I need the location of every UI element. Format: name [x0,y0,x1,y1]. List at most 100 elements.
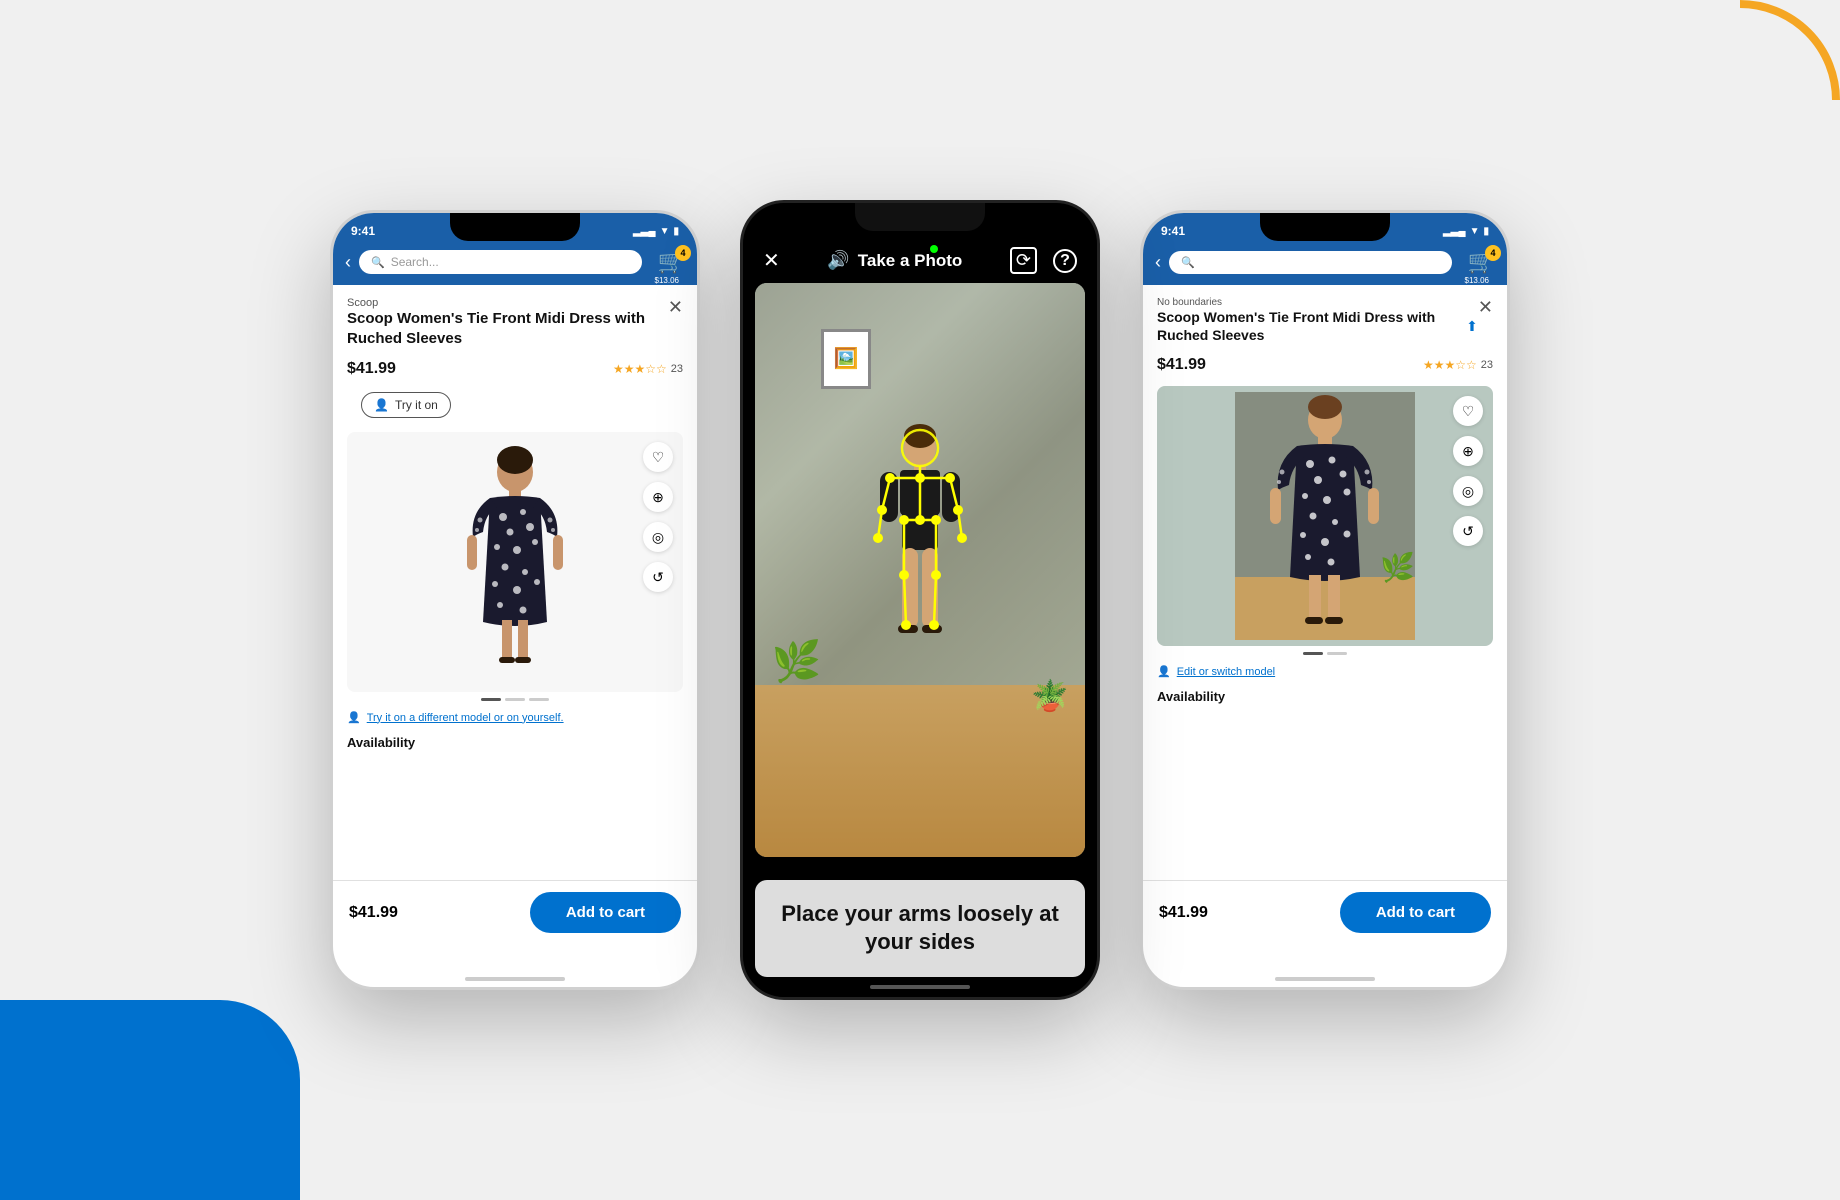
phone1-bottom-bar: $41.99 Add to cart [333,880,697,944]
phone3-time: 9:41 [1161,224,1185,238]
phone3-edit-model-link[interactable]: Edit or switch model [1177,666,1275,678]
phone1-dot-indicator [333,698,697,701]
phone2-body-tracking [860,420,980,720]
phone3-360-button[interactable]: ◎ [1453,476,1483,506]
phone3-image-actions: ♡ ⊕ ◎ ↺ [1453,396,1483,546]
phone2-instruction-box: Place your arms loosely at your sides [755,880,1085,977]
try-on-label: Try it on [395,398,438,412]
phone1-top-bar: ‹ 🔍 Search... 🛒 4 $13.06 [333,245,697,285]
phone1-heart-button[interactable]: ♡ [643,442,673,472]
phone3-close-button[interactable]: ✕ [1478,297,1493,318]
phone1-brand: Scoop [347,297,668,309]
phone1-zoom-button[interactable]: ⊕ [643,482,673,512]
dot-2 [505,698,525,701]
phone3-back-arrow-icon[interactable]: ‹ [1155,252,1161,273]
phone3-dot-2 [1327,652,1347,655]
phone3-cart-button[interactable]: 🛒 4 $13.06 [1468,249,1495,275]
phone2-viewport: 🌿 🖼️ 🪴 [755,283,1085,857]
phone3-availability: Availability [1143,682,1507,712]
phone3-edit-model: 👤 Edit or switch model [1143,661,1507,682]
phone1-bottom-price: $41.99 [349,904,398,922]
phone3-top-bar: ‹ 🔍 🛒 4 $13.06 [1143,245,1507,285]
phone3-model-icon: 👤 [1157,665,1171,678]
phone1-stars: ★★★☆☆ [613,362,667,376]
phone2-notch [855,203,985,231]
battery-icon-3: ▮ [1483,226,1489,237]
phone1-time: 9:41 [351,224,375,238]
phone1-notch [450,213,580,241]
phone1-price: $41.99 [347,360,396,378]
phone1-image-actions: ♡ ⊕ ◎ ↺ [643,442,673,592]
phone1-model-svg [435,442,595,682]
cart-button[interactable]: 🛒 4 $13.06 [658,249,685,275]
phone2-instruction-text: Place your arms loosely at your sides [779,900,1061,957]
phone1-close-button[interactable]: ✕ [668,297,683,318]
phone3-notch [1260,213,1390,241]
dot-1 [481,698,501,701]
search-icon: 🔍 [371,256,385,269]
signal-icon-3: ▂▃▄ [1443,226,1465,237]
phone1-refresh-button[interactable]: ↺ [643,562,673,592]
phone2-room-background: 🌿 🖼️ 🪴 [755,283,1085,857]
phone1-availability: Availability [333,728,697,758]
phone1-home-indicator [465,977,565,981]
phone1-product-image: ♡ ⊕ ◎ ↺ [347,432,683,692]
phone3-bottom-price: $41.99 [1159,904,1208,922]
phone3-product-title: Scoop Women's Tie Front Midi Dress with … [1157,308,1460,344]
phone3-dot-1 [1303,652,1323,655]
search-box[interactable]: 🔍 Search... [359,250,642,274]
phone3-home-indicator [1275,977,1375,981]
decorative-blue-blob [0,1000,300,1200]
phone-2: ✕ 🔊 Take a Photo ⟳ ? [740,200,1100,1000]
phones-container: 9:41 ▂▃▄ ▼ ▮ ‹ 🔍 Search... 🛒 4 $13.06 [330,200,1510,1000]
try-on-icon: 👤 [374,398,389,412]
phone3-no-boundaries: No boundaries [1157,297,1478,308]
try-model-icon: 👤 [347,711,361,724]
phone3-zoom-button[interactable]: ⊕ [1453,436,1483,466]
phone3-search-box[interactable]: 🔍 [1169,251,1452,274]
phone1-rating-count: 23 [671,363,683,375]
phone2-home-indicator [870,985,970,989]
phone3-price-rating: $41.99 ★★★☆☆ 23 [1143,350,1507,380]
phone2-camera-view: ✕ 🔊 Take a Photo ⟳ ? [743,203,1097,997]
phone3-add-to-cart-button[interactable]: Add to cart [1340,892,1491,933]
phone1-price-rating: $41.99 ★★★☆☆ 23 [333,354,697,384]
phone1-try-on-button[interactable]: 👤 Try it on [361,392,451,418]
wifi-icon-3: ▼ [1470,226,1480,237]
phone3-model-photo: 🌿 [1157,386,1493,646]
phone3-heart-button[interactable]: ♡ [1453,396,1483,426]
battery-icon: ▮ [673,226,679,237]
phone2-camera-flip-icon[interactable]: ⟳ [1010,247,1037,274]
phone3-bottom-bar: $41.99 Add to cart [1143,880,1507,944]
phone1-availability-label: Availability [347,735,415,750]
phone3-cart-price: $13.06 [1465,276,1489,285]
phone1-360-button[interactable]: ◎ [643,522,673,552]
phone3-share-icon[interactable]: ⬆ [1466,318,1478,335]
phone2-audio-icon[interactable]: 🔊 [827,250,849,271]
phone2-close-icon[interactable]: ✕ [763,248,780,273]
signal-icon: ▂▃▄ [633,226,655,237]
svg-text:🌿: 🌿 [1380,551,1415,584]
phone1-try-model: 👤 Try it on a different model or on your… [333,707,697,728]
phone2-title: Take a Photo [858,251,963,271]
back-arrow-icon[interactable]: ‹ [345,252,351,273]
phone3-card-header: No boundaries Scoop Women's Tie Front Mi… [1143,285,1507,350]
phone3-cart-badge: 4 [1485,245,1501,261]
phone1-add-to-cart-button[interactable]: Add to cart [530,892,681,933]
phone3-dot-indicator [1143,652,1507,655]
phone3-refresh-button[interactable]: ↺ [1453,516,1483,546]
dot-3 [529,698,549,701]
phone1-status-icons: ▂▃▄ ▼ ▮ [633,226,679,237]
phone2-help-icon[interactable]: ? [1053,249,1077,273]
wifi-icon: ▼ [660,226,670,237]
phone3-price: $41.99 [1157,356,1206,374]
cart-price: $13.06 [655,276,679,285]
search-placeholder: Search... [391,255,439,269]
phone3-model-svg: 🌿 [1235,392,1415,640]
phone1-try-model-link[interactable]: Try it on a different model or on yourse… [367,712,564,724]
cart-badge-count: 4 [675,245,691,261]
phone1-product-title: Scoop Women's Tie Front Midi Dress with … [347,309,668,348]
phone2-right-icons: ⟳ ? [1010,247,1077,274]
phone3-stars: ★★★☆☆ [1423,358,1477,372]
phone3-status-icons: ▂▃▄ ▼ ▮ [1443,226,1489,237]
